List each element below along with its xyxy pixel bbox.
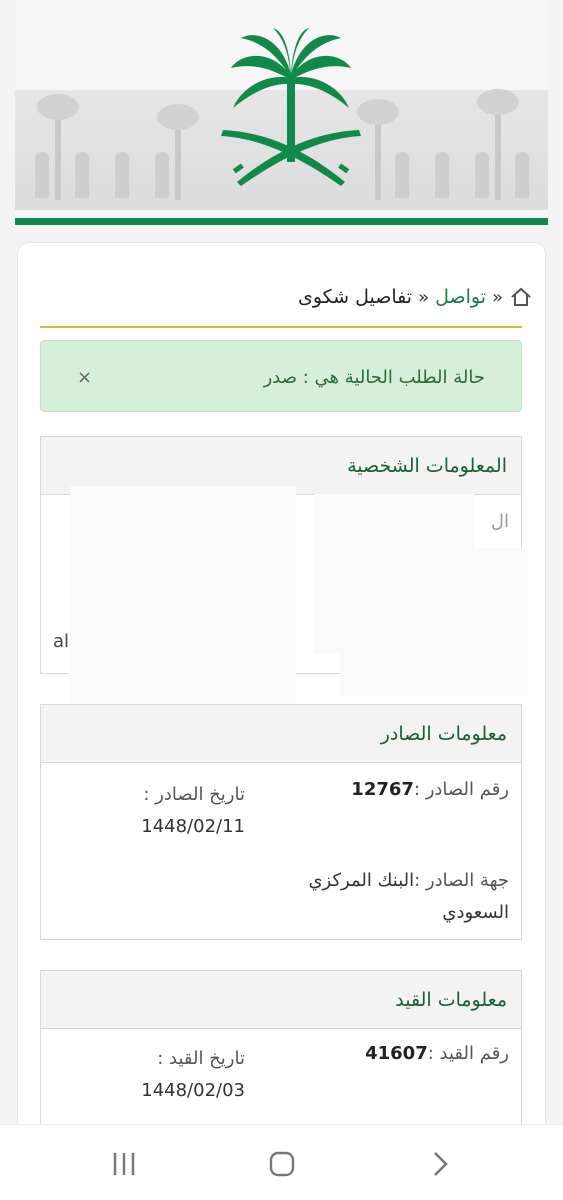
status-alert: حالة الطلب الحالية هي : صدر × xyxy=(40,340,522,412)
home-button[interactable] xyxy=(262,1149,302,1179)
registration-date-value: 1448/02/03 xyxy=(141,1080,245,1101)
system-nav-bar xyxy=(0,1124,563,1200)
brand-green-bar xyxy=(15,218,548,225)
outgoing-info-panel: معلومات الصادر رقم الصادر :12767 تاريخ ا… xyxy=(40,704,522,940)
registration-number-value: 41607 xyxy=(365,1043,428,1064)
breadcrumb-link-contact[interactable]: تواصل xyxy=(435,286,486,308)
outgoing-date-label: تاريخ الصادر : xyxy=(143,784,245,805)
back-button[interactable] xyxy=(420,1149,460,1179)
breadcrumb-current: تفاصيل شكوى xyxy=(297,286,413,308)
outgoing-number-value: 12767 xyxy=(351,779,414,800)
outgoing-date-value: 1448/02/11 xyxy=(141,816,245,837)
close-icon[interactable]: × xyxy=(77,367,92,388)
registration-info-title: معلومات القيد xyxy=(41,971,521,1029)
outgoing-date: تاريخ الصادر : 1448/02/11 xyxy=(141,779,245,843)
registration-number-label: رقم القيد : xyxy=(427,1043,509,1064)
outgoing-number: رقم الصادر :12767 xyxy=(351,779,509,800)
saudi-emblem-icon xyxy=(221,28,361,186)
outgoing-number-label: رقم الصادر : xyxy=(413,779,509,800)
home-button-icon xyxy=(269,1151,295,1177)
home-icon[interactable] xyxy=(509,285,533,309)
status-message: حالة الطلب الحالية هي : صدر xyxy=(263,367,485,388)
registration-info-panel: معلومات القيد رقم القيد :41607 تاريخ الق… xyxy=(40,970,522,1150)
redaction-block-3 xyxy=(340,548,528,696)
gold-divider xyxy=(40,326,522,328)
header-banner xyxy=(15,0,548,225)
personal-partial-right: ال xyxy=(490,511,509,532)
breadcrumb-separator: » xyxy=(491,286,503,308)
redaction-block xyxy=(70,486,296,714)
registration-date-label: تاريخ القيد : xyxy=(157,1048,245,1069)
recent-apps-icon xyxy=(113,1153,135,1175)
outgoing-issuer-label: جهة الصادر : xyxy=(414,870,509,891)
outgoing-issuer-value: البنك المركزي xyxy=(308,870,415,891)
registration-date: تاريخ القيد : 1448/02/03 xyxy=(141,1043,245,1107)
outgoing-info-title: معلومات الصادر xyxy=(41,705,521,763)
outgoing-issuer: جهة الصادر :البنك المركزي السعودي xyxy=(308,865,509,929)
breadcrumb-separator-2: » xyxy=(418,286,430,308)
recent-apps-button[interactable] xyxy=(104,1149,144,1179)
registration-number: رقم القيد :41607 xyxy=(365,1043,509,1064)
personal-partial-left: al xyxy=(53,631,70,652)
back-icon xyxy=(434,1152,448,1176)
breadcrumb: » تواصل » تفاصيل شكوى xyxy=(298,282,533,312)
outgoing-issuer-value-2: السعودي xyxy=(442,902,509,923)
